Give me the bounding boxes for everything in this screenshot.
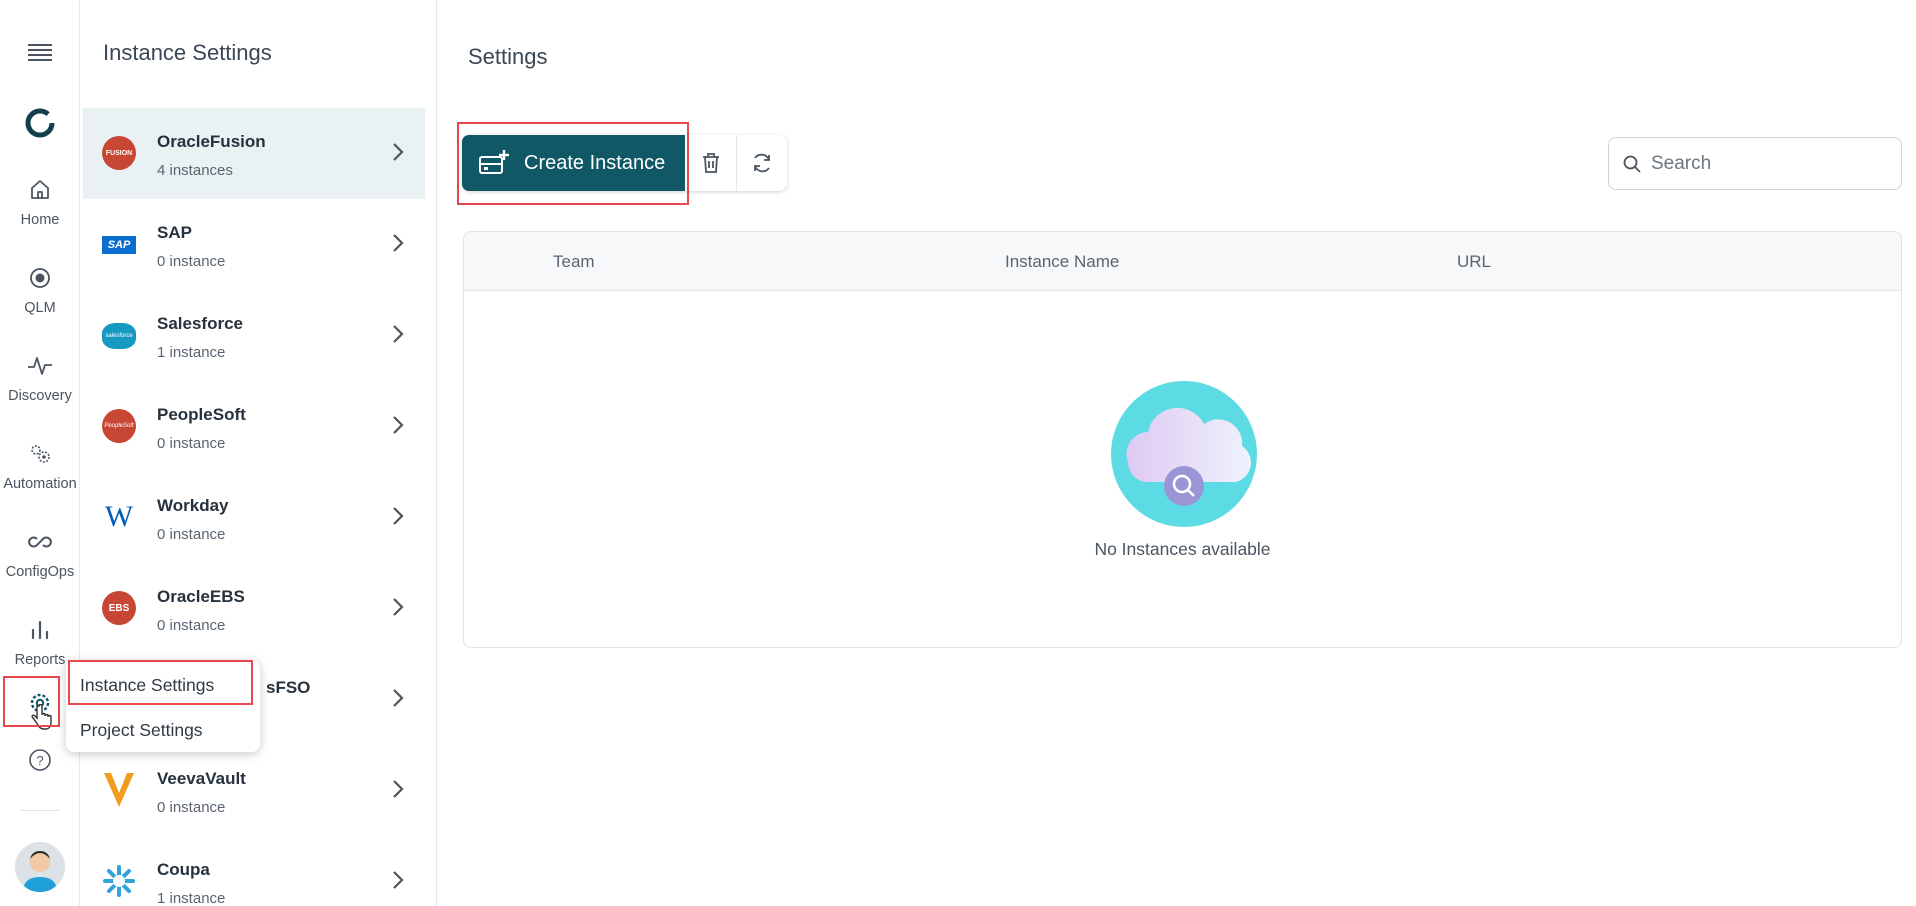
user-avatar-icon xyxy=(15,842,65,892)
refresh-button[interactable] xyxy=(736,135,787,191)
app-item-sap[interactable]: SAP SAP 0 instance xyxy=(83,199,425,290)
veeva-logo-icon xyxy=(102,773,136,807)
coupa-logo-icon xyxy=(102,864,136,898)
chevron-right-icon xyxy=(393,507,404,525)
app-count: 0 instance xyxy=(157,526,226,543)
delete-button[interactable] xyxy=(685,135,736,191)
nav-automation-label: Automation xyxy=(3,476,77,492)
app-count: 1 instance xyxy=(157,344,226,361)
peoplesoft-logo-icon: PeopleSoft xyxy=(102,409,136,443)
app-item-veevavault[interactable]: VeevaVault 0 instance xyxy=(83,745,425,836)
app-count: 1 instance xyxy=(157,890,226,906)
menu-item-instance-settings[interactable]: Instance Settings xyxy=(80,675,214,696)
search-icon xyxy=(1623,155,1641,173)
toolbar: Create Instance xyxy=(462,135,787,191)
app-name: Coupa xyxy=(157,860,210,879)
app-count: 0 instance xyxy=(157,253,226,270)
app-name: OracleFusion xyxy=(157,132,266,151)
sap-logo-icon: SAP xyxy=(102,236,136,254)
bar-chart-icon xyxy=(31,620,49,640)
settings-menu: Instance Settings Project Settings xyxy=(66,660,260,752)
app-item-salesforce[interactable]: salesforce Salesforce 1 instance xyxy=(83,290,425,381)
help-icon: ? xyxy=(29,749,51,771)
panel-title: Instance Settings xyxy=(103,40,272,65)
nav-qlm[interactable]: QLM xyxy=(0,266,80,316)
chevron-right-icon xyxy=(393,416,404,434)
app-name: sFSO xyxy=(266,678,311,697)
table-header: Team Instance Name URL xyxy=(464,232,1901,291)
page-title: Settings xyxy=(468,44,548,69)
column-header-team[interactable]: Team xyxy=(553,252,595,272)
chevron-right-icon xyxy=(393,598,404,616)
refresh-icon xyxy=(754,153,770,173)
home-icon xyxy=(31,180,49,199)
avatar[interactable] xyxy=(15,842,65,892)
app-name: Salesforce xyxy=(157,314,243,333)
app-count: 0 instance xyxy=(157,799,226,816)
salesforce-cloud-icon: salesforce xyxy=(102,323,136,349)
chevron-right-icon xyxy=(393,234,404,252)
nav-discovery-label: Discovery xyxy=(8,388,72,404)
nav-qlm-label: QLM xyxy=(24,300,56,316)
empty-cloud-search-icon xyxy=(1111,381,1257,527)
nav-configops-label: ConfigOps xyxy=(5,564,75,580)
search-input[interactable] xyxy=(1651,152,1891,175)
column-header-instance-name[interactable]: Instance Name xyxy=(1005,252,1119,272)
oracle-ebs-logo-icon: EBS xyxy=(102,591,136,625)
nav-configops[interactable]: ConfigOps xyxy=(0,530,80,580)
nav-home-label: Home xyxy=(20,212,60,228)
nav-automation[interactable]: Automation xyxy=(0,442,80,492)
instances-table: Team Instance Name URL No Instances avai… xyxy=(463,231,1902,648)
app-count: 0 instance xyxy=(157,435,226,452)
oracle-fusion-logo-icon: FUSION xyxy=(102,136,136,170)
nav-discovery[interactable]: Discovery xyxy=(0,354,80,404)
trash-icon xyxy=(702,153,719,173)
add-instance-icon xyxy=(479,150,509,174)
app-item-workday[interactable]: W Workday 0 instance xyxy=(83,472,425,563)
app-name: PeopleSoft xyxy=(157,405,246,424)
app-count: 4 instances xyxy=(157,162,233,179)
create-instance-label: Create Instance xyxy=(524,151,666,174)
chevron-right-icon xyxy=(393,325,404,343)
app-name: SAP xyxy=(157,223,192,242)
rail-divider xyxy=(20,810,60,811)
chevron-right-icon xyxy=(393,689,404,707)
app-count: 0 instance xyxy=(157,617,226,634)
app-name: VeevaVault xyxy=(157,769,246,788)
nav-help[interactable]: ? xyxy=(0,748,80,772)
nav-home[interactable]: Home xyxy=(0,178,80,228)
app-item-coupa[interactable]: Coupa 1 instance xyxy=(83,836,425,906)
pulse-icon xyxy=(28,357,52,375)
workday-logo-icon: W xyxy=(104,500,134,533)
app-name: Workday xyxy=(157,496,229,515)
app-item-oraclefusion[interactable]: FUSION OracleFusion 4 instances xyxy=(83,108,425,199)
nav-rail: Home QLM Discovery Automation ConfigOps … xyxy=(0,0,80,906)
hand-pointer-icon xyxy=(31,704,52,730)
chevron-right-icon xyxy=(393,871,404,889)
empty-state-text: No Instances available xyxy=(1094,539,1271,559)
nav-reports-label: Reports xyxy=(14,652,66,668)
app-logo[interactable] xyxy=(0,107,80,139)
hamburger-icon xyxy=(28,44,52,61)
nav-reports[interactable]: Reports xyxy=(0,618,80,668)
chevron-right-icon xyxy=(393,143,404,161)
menu-item-project-settings[interactable]: Project Settings xyxy=(80,720,203,741)
link-icon xyxy=(28,536,52,548)
app-item-oracleebs[interactable]: EBS OracleEBS 0 instance xyxy=(83,563,425,654)
chevron-right-icon xyxy=(393,780,404,798)
create-instance-button[interactable]: Create Instance xyxy=(462,135,685,191)
target-check-icon xyxy=(30,268,50,288)
menu-button[interactable] xyxy=(0,42,80,62)
instance-settings-panel: Instance Settings FUSION OracleFusion 4 … xyxy=(81,0,437,906)
column-header-url[interactable]: URL xyxy=(1457,252,1491,272)
gears-icon xyxy=(31,445,50,463)
logo-ring-icon xyxy=(25,108,55,138)
app-name: OracleEBS xyxy=(157,587,245,606)
svg-text:?: ? xyxy=(36,753,43,768)
app-item-peoplesoft[interactable]: PeopleSoft PeopleSoft 0 instance xyxy=(83,381,425,472)
search-box[interactable] xyxy=(1608,137,1902,190)
